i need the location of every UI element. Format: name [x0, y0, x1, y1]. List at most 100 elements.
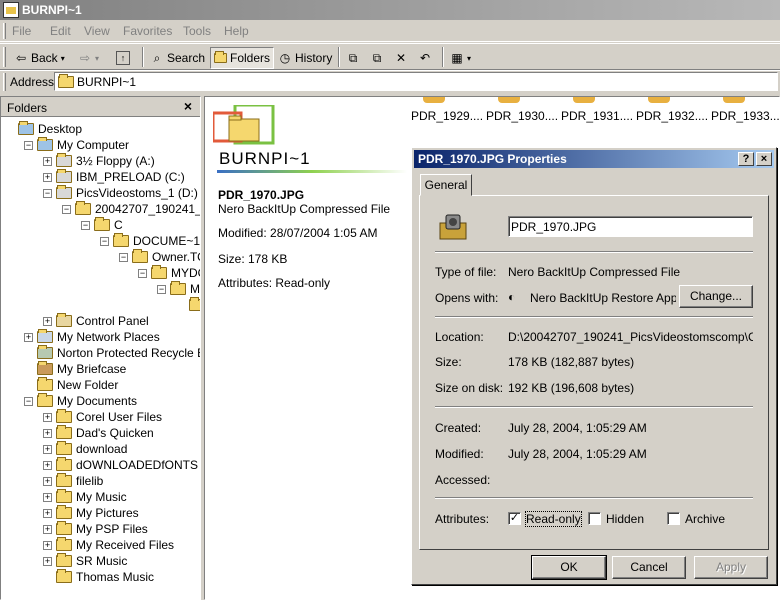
- tree-item[interactable]: New Folder: [24, 377, 118, 393]
- tree-item[interactable]: My Briefcase: [24, 361, 126, 377]
- move-to-button[interactable]: ⧉: [346, 47, 360, 69]
- tree-item[interactable]: − PicsVideostoms_1 (D:): [43, 185, 198, 201]
- tree-item[interactable]: − My Documents: [24, 393, 137, 409]
- menu-tools[interactable]: Tools: [183, 24, 211, 38]
- tree-item[interactable]: + IBM_PRELOAD (C:): [43, 169, 185, 185]
- expand-toggle-icon[interactable]: +: [43, 412, 52, 422]
- tree-item[interactable]: + My PSP Files: [43, 521, 148, 537]
- tree-item[interactable]: − Owner.TOM: [119, 249, 200, 265]
- expand-toggle-icon[interactable]: −: [100, 236, 109, 246]
- archive-checkbox[interactable]: [667, 512, 680, 525]
- file-item-label[interactable]: PDR_1932....: [636, 109, 708, 123]
- close-icon[interactable]: ×: [184, 98, 192, 114]
- expand-toggle-icon[interactable]: +: [43, 156, 52, 166]
- expand-toggle-icon[interactable]: −: [24, 396, 33, 406]
- tree-item[interactable]: + Dad's Quicken: [43, 425, 154, 441]
- tree-item[interactable]: +3½ Floppy (A:): [43, 153, 155, 169]
- menu-file[interactable]: File: [12, 24, 31, 38]
- folder-icon: [56, 473, 72, 487]
- tree-item[interactable]: + filelib: [43, 473, 103, 489]
- tree-item[interactable]: − DOCUME~1: [100, 233, 200, 249]
- hidden-label[interactable]: Hidden: [606, 512, 644, 526]
- file-name-input[interactable]: PDR_1970.JPG: [508, 216, 753, 237]
- menu-edit[interactable]: Edit: [50, 24, 71, 38]
- tree-item-label: IBM_PRELOAD (C:): [76, 170, 185, 184]
- expand-toggle-icon[interactable]: −: [81, 220, 90, 230]
- selected-file-type: Nero BackItUp Compressed File: [218, 202, 391, 216]
- tree-item[interactable]: Thomas Music: [43, 569, 154, 585]
- delete-x-icon: ✕: [395, 51, 407, 65]
- copy-to-button[interactable]: ⧉: [370, 47, 384, 69]
- expand-toggle-icon[interactable]: +: [43, 476, 52, 486]
- folders-button[interactable]: Folders: [210, 47, 275, 69]
- tree-item[interactable]: + My Network Places: [24, 329, 160, 345]
- back-dropdown-icon[interactable]: ▾: [61, 54, 65, 63]
- tree-item[interactable]: Norton Protected Recycle Bin: [24, 345, 200, 361]
- forward-dropdown-icon[interactable]: ▾: [95, 54, 99, 63]
- back-button[interactable]: ⇦ Back ▾: [14, 47, 65, 69]
- tree-item[interactable]: − C: [81, 217, 123, 233]
- expand-toggle-icon[interactable]: +: [43, 508, 52, 518]
- folder-icon: [113, 233, 129, 247]
- hidden-checkbox[interactable]: [588, 512, 601, 525]
- tree-item[interactable]: + SR Music: [43, 553, 127, 569]
- tree-item[interactable]: + My Received Files: [43, 537, 174, 553]
- expand-toggle-icon[interactable]: +: [43, 492, 52, 502]
- tree-item[interactable]: + dOWNLOADEDfONTS: [43, 457, 198, 473]
- help-button[interactable]: ?: [738, 152, 754, 166]
- views-button[interactable]: ▦ ▾: [450, 47, 471, 69]
- expand-toggle-icon[interactable]: −: [62, 204, 71, 214]
- tree-item[interactable]: − MYP: [157, 281, 200, 297]
- expand-toggle-icon[interactable]: +: [43, 172, 52, 182]
- address-input[interactable]: BURNPI~1: [54, 72, 778, 91]
- expand-toggle-icon[interactable]: +: [43, 316, 52, 326]
- read-only-label[interactable]: Read-only: [525, 511, 582, 527]
- file-item-label[interactable]: PDR_1931....: [561, 109, 633, 123]
- history-button[interactable]: ◷ History: [278, 47, 333, 69]
- tree-item[interactable]: B: [176, 297, 200, 313]
- expand-toggle-icon[interactable]: +: [43, 540, 52, 550]
- cancel-button[interactable]: Cancel: [612, 556, 686, 579]
- tree-item-label: My Received Files: [76, 538, 175, 552]
- tree-item[interactable]: − MYDOCU: [138, 265, 200, 281]
- expand-toggle-icon[interactable]: −: [138, 268, 147, 278]
- tree-item[interactable]: + Corel User Files: [43, 409, 162, 425]
- delete-button[interactable]: ✕: [394, 47, 408, 69]
- folders-pane-header: Folders ×: [1, 97, 200, 117]
- expand-toggle-icon[interactable]: −: [119, 252, 128, 262]
- tree-item[interactable]: + My Music: [43, 489, 127, 505]
- expand-toggle-icon[interactable]: −: [157, 284, 166, 294]
- folder-icon: [56, 569, 72, 583]
- expand-toggle-icon[interactable]: +: [43, 444, 52, 454]
- change-button[interactable]: Change...: [679, 285, 753, 308]
- read-only-checkbox[interactable]: ✓: [508, 512, 521, 525]
- tree-item[interactable]: − 20042707_190241_PicsV: [62, 201, 200, 217]
- dialog-close-button[interactable]: ×: [756, 152, 772, 166]
- tree-item[interactable]: + download: [43, 441, 127, 457]
- file-item-label[interactable]: PDR_1930....: [486, 109, 558, 123]
- up-button[interactable]: ↑: [116, 47, 130, 69]
- expand-toggle-icon[interactable]: +: [43, 428, 52, 438]
- expand-toggle-icon[interactable]: +: [43, 556, 52, 566]
- expand-toggle-icon[interactable]: +: [43, 460, 52, 470]
- expand-toggle-icon[interactable]: −: [43, 188, 52, 198]
- tab-general[interactable]: General: [420, 174, 472, 196]
- apply-button[interactable]: Apply: [694, 556, 768, 579]
- menu-view[interactable]: View: [84, 24, 110, 38]
- tree-item[interactable]: + Control Panel: [43, 313, 149, 329]
- tree-item[interactable]: + My Pictures: [43, 505, 139, 521]
- ok-button[interactable]: OK: [531, 555, 607, 580]
- menu-help[interactable]: Help: [224, 24, 249, 38]
- tree-item[interactable]: − My Computer: [24, 137, 129, 153]
- expand-toggle-icon[interactable]: +: [43, 524, 52, 534]
- menu-favorites[interactable]: Favorites: [123, 24, 172, 38]
- archive-label[interactable]: Archive: [685, 512, 725, 526]
- forward-button[interactable]: ⇨ ▾: [78, 47, 99, 69]
- undo-button[interactable]: ↶: [418, 47, 432, 69]
- tree-item[interactable]: Desktop: [5, 121, 82, 137]
- search-button[interactable]: ⌕ Search: [150, 47, 205, 69]
- expand-toggle-icon[interactable]: −: [24, 140, 33, 150]
- file-item-label[interactable]: PDR_1933....: [711, 109, 779, 123]
- file-item-label[interactable]: PDR_1929....: [411, 109, 483, 123]
- expand-toggle-icon[interactable]: +: [24, 332, 33, 342]
